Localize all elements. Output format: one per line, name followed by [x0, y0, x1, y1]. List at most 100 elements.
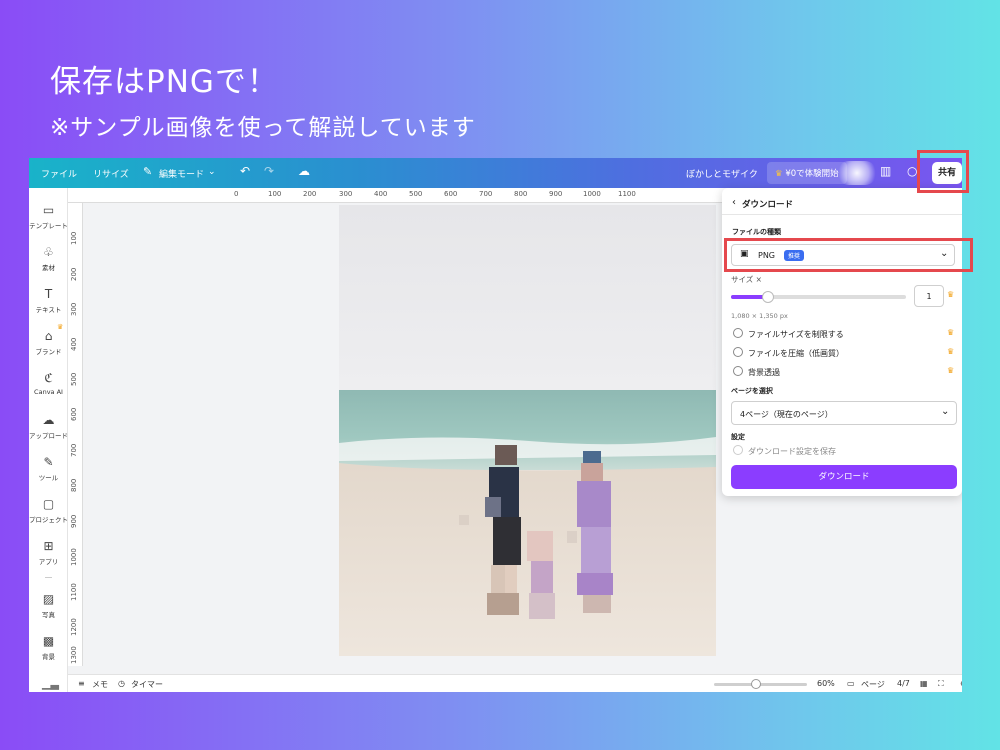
page-select-label: ページを選択 [731, 387, 773, 395]
page-count: 4/7 [897, 679, 910, 688]
panel-title: ダウンロード [742, 200, 794, 210]
sidebar-item-label: ツール [38, 474, 59, 482]
sidebar-item-label: テキスト [35, 306, 62, 314]
sidebar-item-label: テンプレート [29, 222, 68, 230]
ruler-tick: 900 [549, 190, 563, 198]
ruler-tick: 1200 [70, 618, 78, 636]
sidebar-item-label: ブランド [35, 348, 62, 356]
sidebar-item-background[interactable]: ▩ 背景 [29, 634, 68, 661]
fullscreen-icon[interactable]: ⛶ [938, 679, 944, 689]
ruler-tick: 1000 [583, 190, 601, 198]
download-circle-icon[interactable]: ⊕ [960, 679, 962, 688]
sidebar-item-projects[interactable]: ▢ プロジェクト [29, 497, 68, 524]
sidebar-item-brand[interactable]: ⌂ ブランド ♛ [29, 323, 68, 356]
timer-button[interactable]: タイマー [131, 679, 163, 690]
download-panel: ‹ ダウンロード ファイルの種類 ▣ PNG 推奨 ⌄ サイズ × 1 ♛ 1,… [722, 188, 962, 496]
size-input[interactable]: 1 [914, 285, 944, 307]
png-highlight-box [724, 238, 973, 272]
sidebar-item-tools[interactable]: ✎ ツール [29, 455, 68, 482]
sidebar-item-label: 写真 [42, 611, 55, 619]
pages-button[interactable]: ページ [861, 679, 885, 690]
text-icon: T [44, 287, 53, 301]
sidebar-item-photos[interactable]: ▨ 写真 [29, 592, 68, 619]
zoom-slider-thumb[interactable] [750, 679, 761, 689]
size-label: サイズ × [731, 275, 762, 284]
template-icon: ▭ [42, 203, 55, 217]
left-sidebar: ▭ テンプレート ♧ 素材 T テキスト ⌂ ブランド ♛ ℭ Canva AI… [29, 188, 68, 692]
ruler-tick: 200 [70, 267, 78, 281]
ruler-tick: 500 [70, 372, 78, 386]
sidebar-item-label: プロジェクト [29, 516, 68, 524]
canva-ai-icon: ℭ [44, 371, 53, 385]
ruler-tick: 800 [70, 478, 78, 492]
sidebar-item-apps[interactable]: ⊞ アプリ [29, 539, 68, 566]
save-settings-checkbox[interactable] [733, 445, 743, 455]
resize-menu[interactable]: リサイズ [93, 167, 129, 180]
free-trial-label: ¥0で体験開始 [785, 169, 839, 179]
pencil-icon: ✎ [143, 165, 153, 178]
ruler-tick: 1100 [70, 583, 78, 601]
ruler-tick: 400 [70, 337, 78, 351]
sidebar-item-templates[interactable]: ▭ テンプレート [29, 203, 68, 230]
slide-title: 保存はPNGで！ [50, 64, 279, 100]
size-slider[interactable] [731, 291, 906, 303]
ruler-tick: 1100 [618, 190, 636, 198]
zoom-level[interactable]: 60% [817, 679, 835, 688]
elements-icon: ♧ [43, 245, 54, 259]
tools-icon: ✎ [43, 455, 54, 469]
canvas-photo[interactable] [339, 205, 716, 656]
size-slider-thumb[interactable] [761, 291, 774, 303]
sidebar-item-uploads[interactable]: ☁ アップロード [29, 413, 68, 440]
page-select[interactable]: 4ページ（現在のページ） ⌄ [731, 401, 957, 425]
ruler-tick: 300 [70, 302, 78, 316]
crown-icon: ♛ [947, 366, 955, 375]
edit-mode-menu[interactable]: 編集モード [159, 167, 204, 180]
project-name[interactable]: ぼかしとモザイク [686, 167, 758, 180]
cloud-check-icon[interactable]: ☁ [298, 164, 310, 178]
ruler-tick: 1000 [70, 548, 78, 566]
crown-icon: ♛ [57, 323, 64, 331]
avatar[interactable] [837, 161, 877, 185]
ruler-tick: 600 [444, 190, 458, 198]
transparent-bg-checkbox[interactable] [733, 366, 743, 376]
compress-checkbox[interactable] [733, 347, 743, 357]
grid-view-icon[interactable]: ▦ [920, 679, 928, 688]
comment-icon[interactable]: ○ [907, 164, 917, 178]
timer-icon: ◷ [118, 679, 125, 688]
folder-icon: ▢ [42, 497, 55, 511]
slide-subtitle: ※サンプル画像を使って解説しています [50, 115, 476, 141]
back-chevron-icon[interactable]: ‹ [732, 197, 736, 208]
chart-icon[interactable]: ▁▃ [42, 677, 59, 690]
ruler-tick: 900 [70, 514, 78, 528]
limit-filesize-checkbox[interactable] [733, 328, 743, 338]
sidebar-item-text[interactable]: T テキスト [29, 287, 68, 314]
sidebar-item-canva-ai[interactable]: ℭ Canva AI [29, 371, 68, 396]
option-label: ファイルを圧縮（低画質） [748, 349, 844, 358]
file-menu[interactable]: ファイル [41, 167, 77, 180]
file-type-label: ファイルの種類 [732, 228, 781, 236]
analytics-icon[interactable]: ▥ [880, 164, 891, 178]
notes-icon: ≡ [78, 679, 85, 688]
redo-icon[interactable]: ↷ [264, 164, 274, 178]
ruler-tick: 100 [70, 231, 78, 245]
ruler-tick: 400 [374, 190, 388, 198]
free-trial-button[interactable]: ♛ ¥0で体験開始 [767, 162, 847, 184]
option-label: 背景透過 [748, 368, 780, 377]
download-button[interactable]: ダウンロード [731, 465, 957, 489]
sidebar-item-elements[interactable]: ♧ 素材 [29, 245, 68, 272]
photo-icon: ▨ [42, 592, 55, 606]
ruler-tick: 700 [70, 443, 78, 457]
background-icon: ▩ [42, 634, 55, 648]
undo-icon[interactable]: ↶ [240, 164, 250, 178]
crown-icon: ♛ [947, 328, 955, 337]
zoom-slider[interactable] [714, 679, 807, 689]
crown-icon: ♛ [947, 290, 955, 299]
notes-button[interactable]: メモ [92, 679, 108, 690]
ruler-tick: 0 [234, 190, 239, 198]
sidebar-divider [45, 577, 52, 578]
upload-icon: ☁ [42, 413, 55, 427]
apps-icon: ⊞ [43, 539, 54, 553]
crown-icon: ♛ [947, 347, 955, 356]
panel-divider [722, 214, 962, 215]
sidebar-item-label: Canva AI [34, 388, 63, 396]
